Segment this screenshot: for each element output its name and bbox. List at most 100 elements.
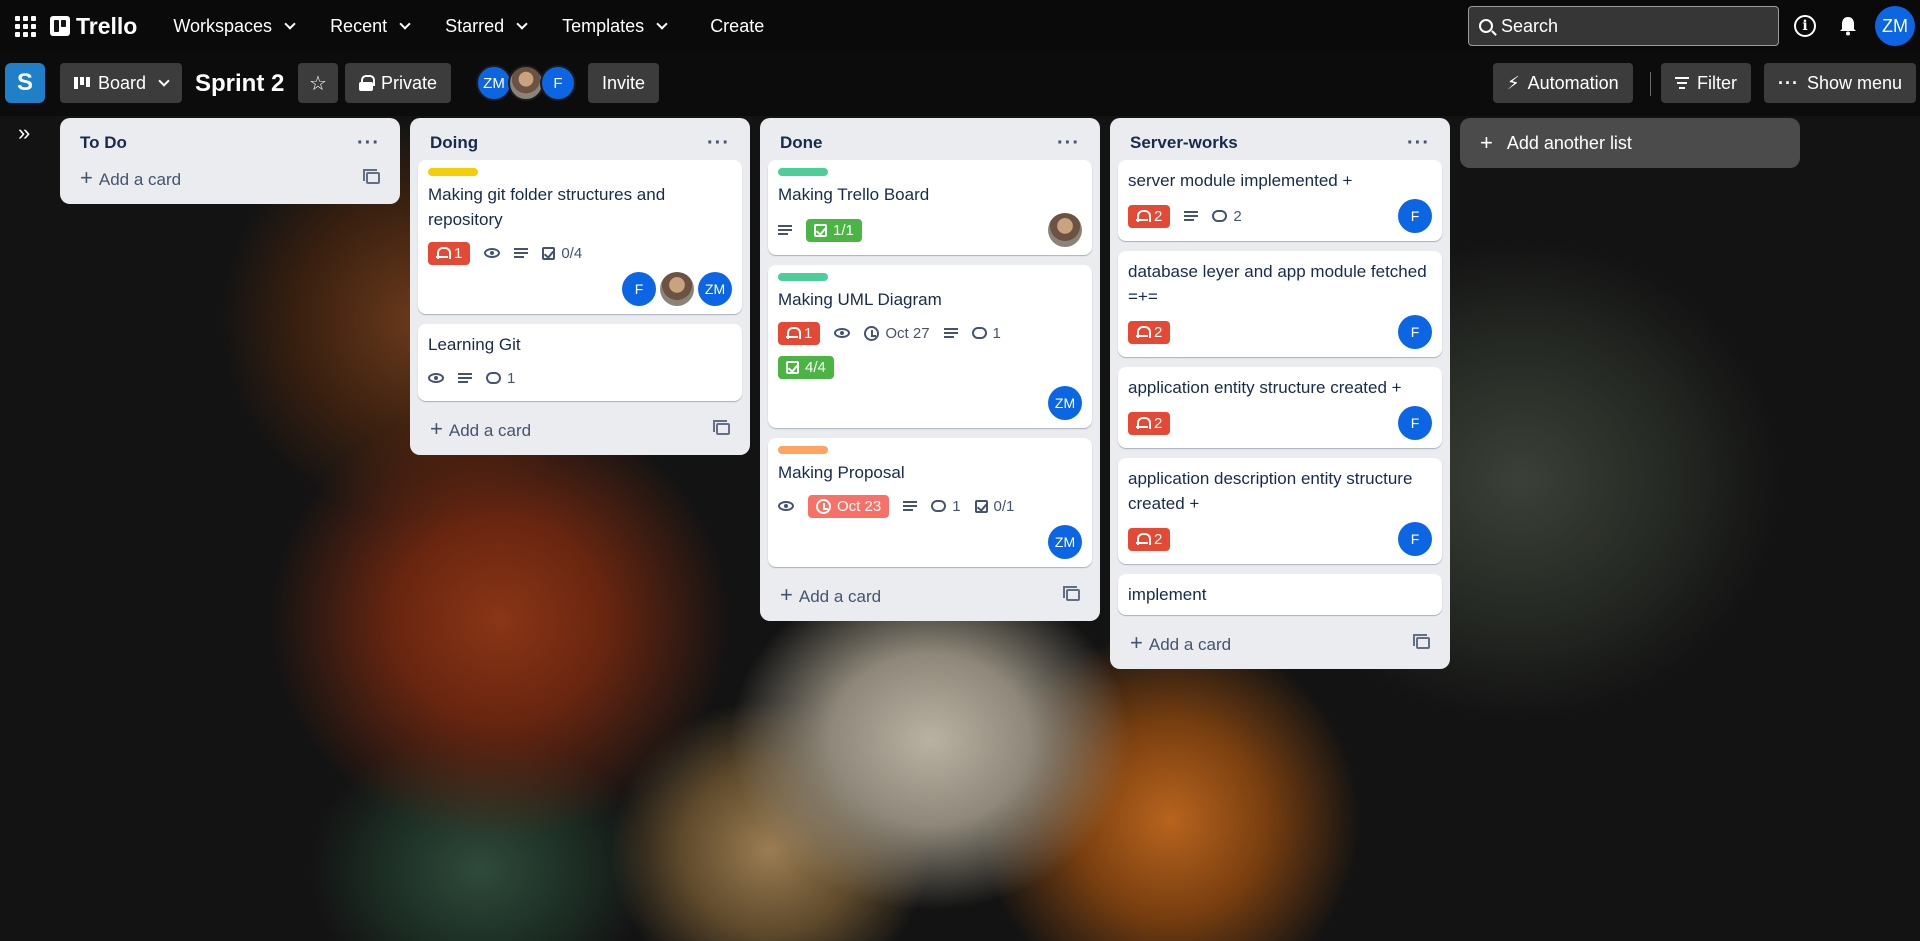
member-avatar-f[interactable]: F — [540, 65, 576, 101]
show-menu-label: Show menu — [1806, 72, 1903, 93]
add-another-list-button[interactable]: + Add another list — [1460, 118, 1800, 168]
card-member-avatar[interactable]: ZM — [1048, 525, 1082, 559]
search-icon — [1479, 19, 1493, 33]
card-member-avatar[interactable]: ZM — [1048, 386, 1082, 420]
automation-button[interactable]: ⚡ Automation — [1493, 63, 1633, 103]
board-view-switcher[interactable]: Board — [60, 63, 183, 103]
card[interactable]: Making Proposal Oct 23 1 0/1 ZM — [768, 438, 1092, 567]
member-avatar-photo[interactable] — [508, 65, 544, 101]
notification-badge: 2 — [1128, 411, 1171, 435]
list-title[interactable]: Done — [780, 133, 823, 153]
card-member-avatar-photo[interactable] — [660, 272, 694, 306]
card-member-avatar[interactable]: F — [1398, 406, 1432, 440]
clock-icon — [864, 325, 880, 341]
comment-count: 1 — [952, 497, 961, 515]
trello-logo[interactable]: Trello — [50, 13, 137, 40]
watching-icon — [778, 501, 794, 511]
description-icon — [458, 373, 472, 383]
checklist-badge: 0/1 — [974, 498, 1014, 515]
list-title[interactable]: Server-works — [1130, 133, 1238, 153]
checklist-badge: 0/4 — [542, 245, 582, 262]
card-label-orange[interactable] — [778, 446, 828, 454]
card-badges: 2 F — [1128, 315, 1432, 349]
nav-workspaces[interactable]: Workspaces — [161, 10, 306, 43]
nav-templates[interactable]: Templates — [550, 10, 678, 43]
card[interactable]: Making git folder structures and reposit… — [418, 160, 742, 314]
notifications-button[interactable] — [1835, 13, 1861, 39]
board-view-icon — [74, 77, 90, 89]
list-menu-icon[interactable]: ··· — [1407, 132, 1430, 155]
card-label-green[interactable] — [778, 168, 828, 176]
add-card-label: Add a card — [448, 421, 532, 440]
add-card-button[interactable]: + Add a card — [768, 577, 1092, 613]
card[interactable]: application description entity structure… — [1118, 458, 1442, 564]
due-date-badge: Oct 27 — [864, 324, 930, 342]
card[interactable]: database leyer and app module fetched =+… — [1118, 251, 1442, 357]
card-template-icon[interactable] — [1413, 634, 1430, 649]
nav-recent[interactable]: Recent — [318, 10, 421, 43]
board-title[interactable]: Sprint 2 — [195, 70, 284, 98]
app-switcher-icon[interactable] — [8, 9, 42, 43]
card-label-yellow[interactable] — [428, 168, 478, 176]
due-date-badge-overdue[interactable]: Oct 23 — [808, 494, 890, 518]
user-avatar[interactable]: ZM — [1875, 6, 1915, 46]
card-member-avatar[interactable]: F — [1398, 199, 1432, 233]
add-card-button[interactable]: + Add a card — [1118, 625, 1442, 661]
visibility-button[interactable]: Private — [345, 63, 452, 103]
list-title[interactable]: Doing — [430, 133, 478, 153]
watching-icon — [428, 373, 444, 383]
invite-button[interactable]: Invite — [588, 63, 660, 103]
card-member-avatar[interactable]: ZM — [698, 272, 732, 306]
card[interactable]: Making UML Diagram 1 Oct 27 1 4/4 ZM — [768, 265, 1092, 428]
card-member-avatar[interactable]: F — [1398, 315, 1432, 349]
card-badges: 1 Oct 27 1 — [778, 318, 1082, 348]
more-dots-icon: ··· — [1778, 72, 1799, 93]
list-menu-icon[interactable]: ··· — [357, 132, 380, 155]
visibility-label: Private — [381, 72, 438, 93]
filter-button[interactable]: Filter — [1661, 63, 1751, 103]
chevron-down-icon — [656, 18, 668, 30]
comments-badge: 1 — [931, 497, 961, 515]
show-menu-button[interactable]: ··· Show menu — [1764, 63, 1917, 103]
notification-badge: 2 — [1128, 204, 1171, 228]
card-member-avatar-photo[interactable] — [1048, 213, 1082, 247]
create-button[interactable]: Create — [698, 10, 776, 43]
card-badges-row-2: 4/4 — [778, 352, 1082, 382]
card-member-avatar[interactable]: F — [622, 272, 656, 306]
card-template-icon[interactable] — [1063, 586, 1080, 601]
notification-count: 1 — [804, 324, 813, 342]
checklist-badge: 4/4 — [778, 355, 834, 379]
card-template-icon[interactable] — [713, 420, 730, 435]
card[interactable]: Learning Git 1 — [418, 324, 742, 401]
automation-label: Automation — [1527, 72, 1619, 93]
nav-starred[interactable]: Starred — [433, 10, 538, 43]
expand-sidebar-icon[interactable]: » — [18, 120, 30, 146]
card-label-green[interactable] — [778, 273, 828, 281]
trello-logo-text: Trello — [76, 12, 138, 39]
card[interactable]: Making Trello Board 1/1 — [768, 160, 1092, 255]
card[interactable]: implement — [1118, 574, 1442, 615]
list-header: To Do ··· — [68, 126, 392, 160]
workspace-badge[interactable]: S — [5, 63, 45, 103]
member-avatar-zm[interactable]: ZM — [476, 65, 512, 101]
card[interactable]: application entity structure created + 2… — [1118, 367, 1442, 448]
add-card-button[interactable]: + Add a card — [68, 160, 392, 196]
watching-icon — [484, 248, 501, 258]
information-button[interactable]: i — [1792, 13, 1818, 39]
list-menu-icon[interactable]: ··· — [1057, 132, 1080, 155]
bell-icon — [1136, 416, 1151, 430]
list-title[interactable]: To Do — [80, 133, 127, 153]
search-input[interactable]: Search — [1468, 6, 1779, 46]
list-doing: Doing ··· Making git folder structures a… — [410, 118, 750, 455]
card[interactable]: server module implemented + 2 2 F — [1118, 160, 1442, 241]
lightning-icon: ⚡ — [1507, 72, 1520, 93]
card-template-icon[interactable] — [363, 169, 380, 184]
card-member-avatar[interactable]: F — [1398, 522, 1432, 556]
star-board-button[interactable]: ☆ — [298, 63, 338, 103]
add-card-button[interactable]: + Add a card — [418, 411, 742, 447]
list-menu-icon[interactable]: ··· — [707, 132, 730, 155]
card-badges: Oct 23 1 0/1 — [778, 491, 1082, 521]
due-date: Oct 27 — [885, 324, 930, 342]
add-list-label: Add another list — [1506, 132, 1632, 153]
list-header: Done ··· — [768, 126, 1092, 160]
